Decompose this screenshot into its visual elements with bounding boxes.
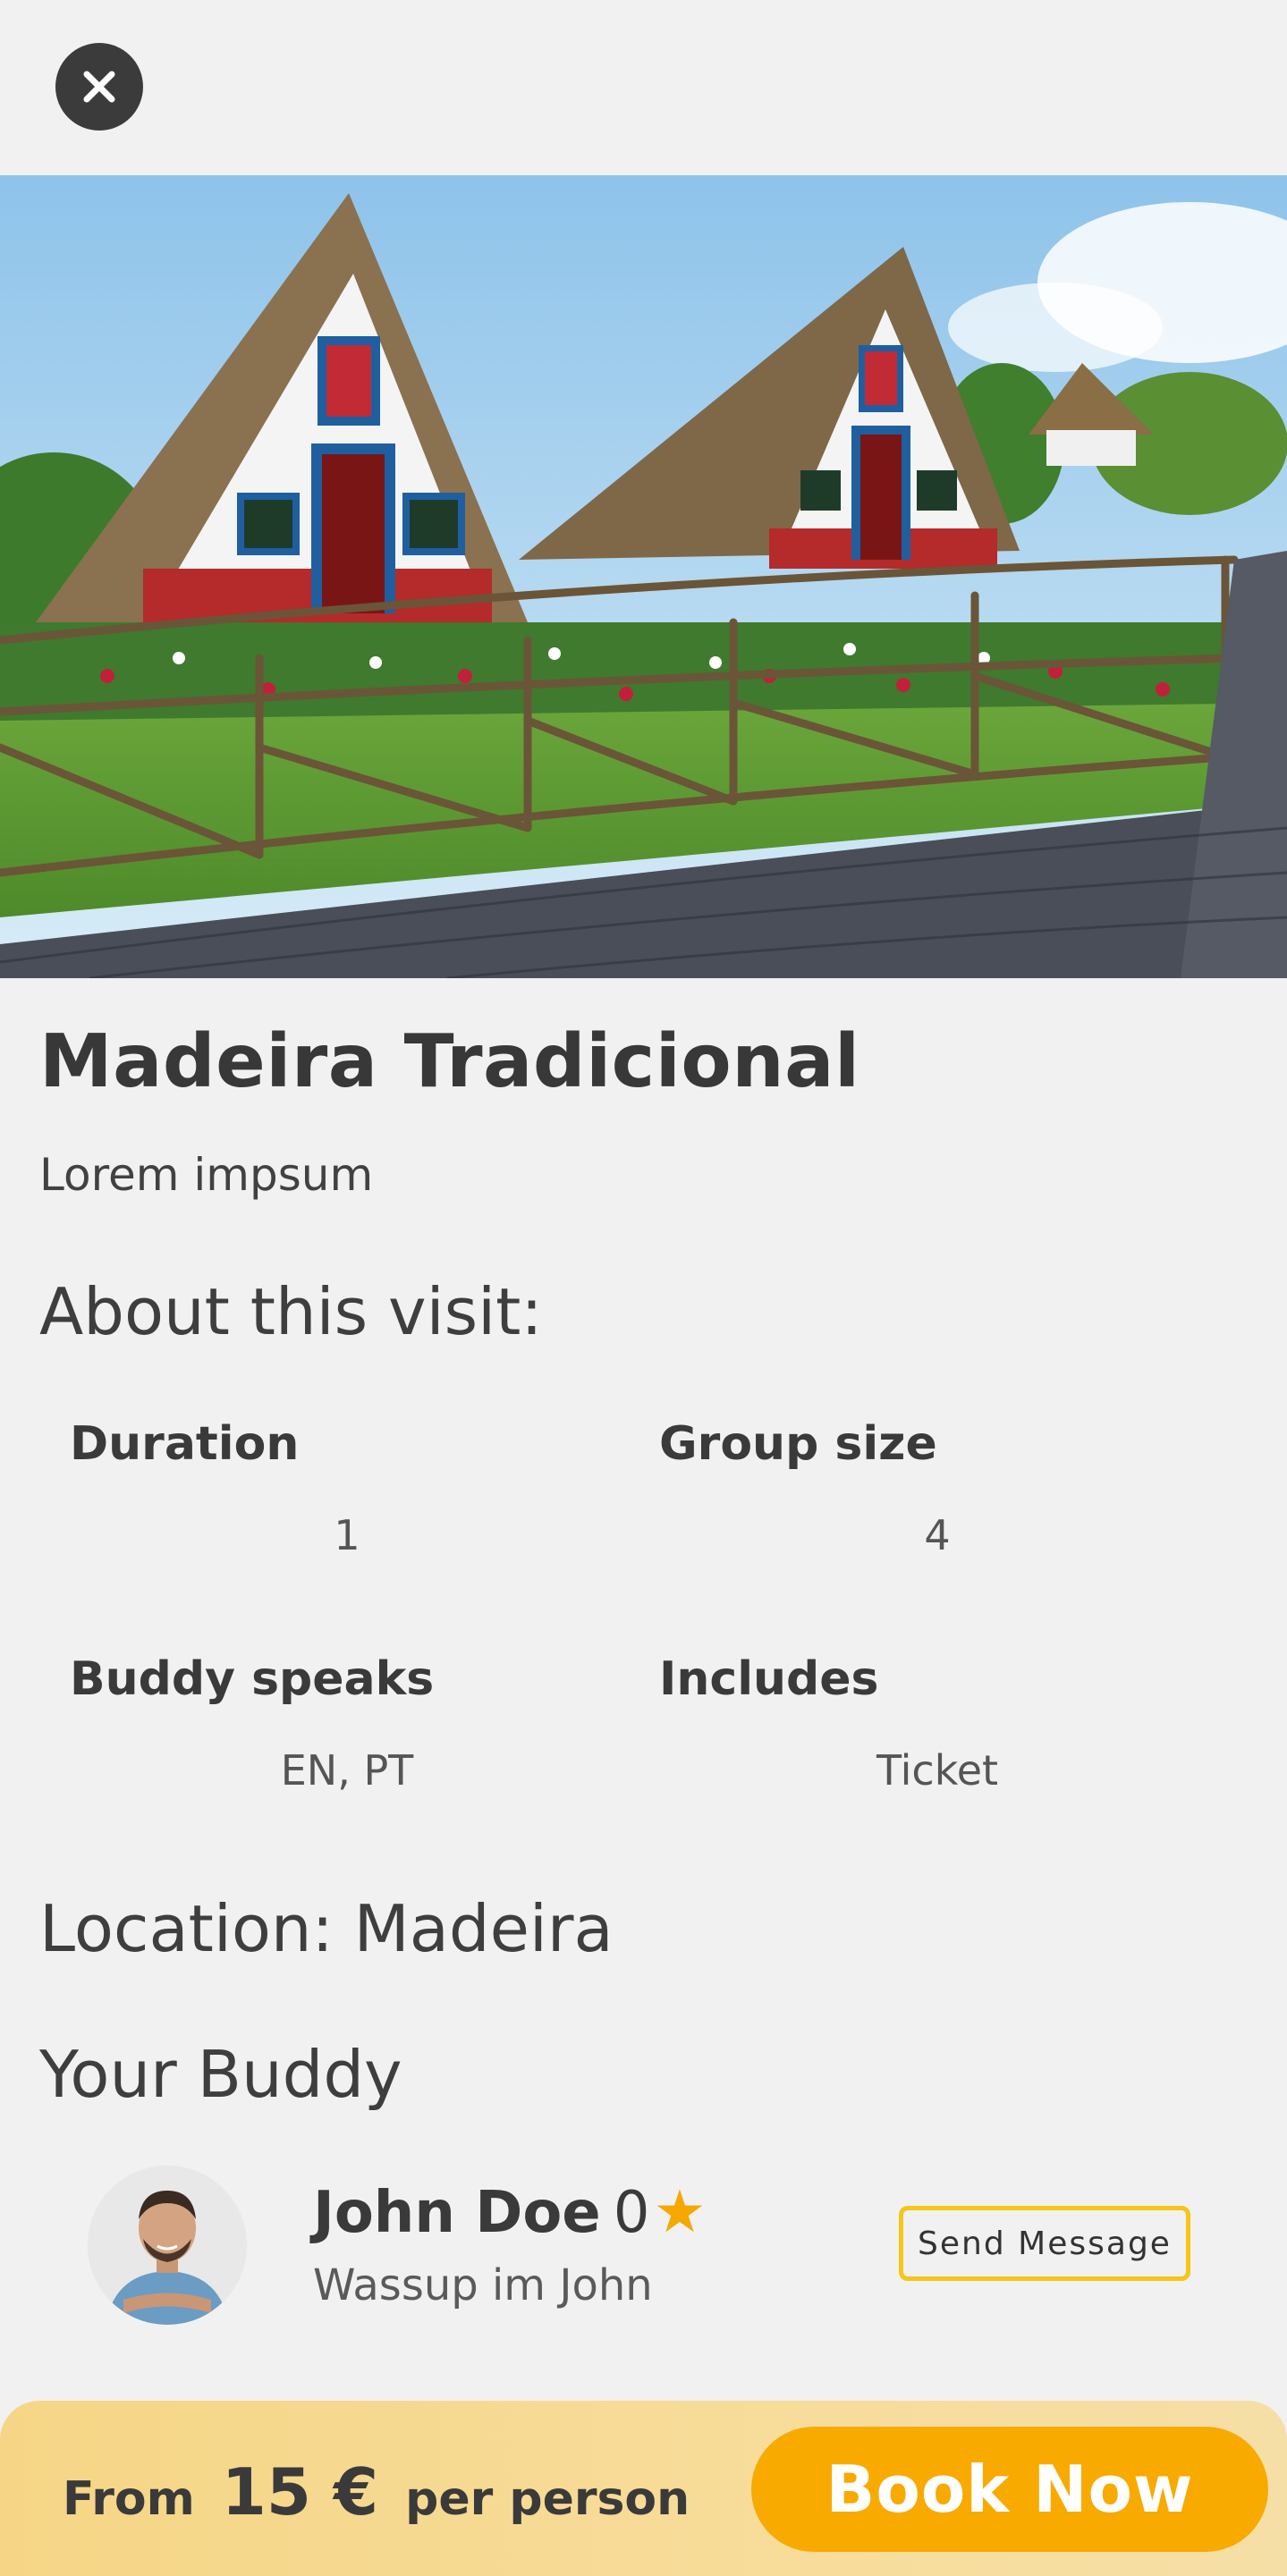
buddy-avatar[interactable] xyxy=(88,2166,247,2325)
duration-value: 1 xyxy=(334,1511,360,1559)
group-size-value: 4 xyxy=(924,1511,951,1559)
group-size-label: Group size xyxy=(659,1417,937,1471)
duration-label: Duration xyxy=(70,1417,300,1471)
about-heading: About this visit: xyxy=(39,1274,543,1349)
buddy-name-row: John Doe 0 ★ xyxy=(313,2177,707,2246)
page-title: Madeira Tradicional xyxy=(39,1019,860,1104)
price-summary: From 15 € per person xyxy=(63,2454,690,2535)
buddy-speaks-label: Buddy speaks xyxy=(70,1652,435,1706)
star-icon: ★ xyxy=(653,2177,707,2246)
buddy-tagline: Wassup im John xyxy=(313,2260,653,2310)
location-heading: Location: Madeira xyxy=(39,1891,614,1966)
buddy-photo xyxy=(88,2166,247,2325)
includes-label: Includes xyxy=(659,1652,879,1706)
close-icon xyxy=(83,71,115,103)
buddy-rating: 0 xyxy=(613,2180,650,2246)
book-now-button[interactable]: Book Now xyxy=(751,2427,1268,2552)
price-per-label: per person xyxy=(405,2472,690,2526)
buddy-name[interactable]: John Doe xyxy=(313,2180,601,2246)
buddy-speaks-value: EN, PT xyxy=(280,1746,414,1795)
price-from-label: From xyxy=(63,2472,195,2526)
page-subtitle: Lorem impsum xyxy=(39,1149,374,1201)
buddy-heading: Your Buddy xyxy=(39,2037,402,2112)
close-button[interactable] xyxy=(55,43,143,131)
send-message-button[interactable]: Send Message xyxy=(899,2206,1190,2281)
includes-value: Ticket xyxy=(876,1746,999,1795)
price-amount: 15 € xyxy=(221,2454,379,2530)
hero-image xyxy=(0,175,1287,978)
